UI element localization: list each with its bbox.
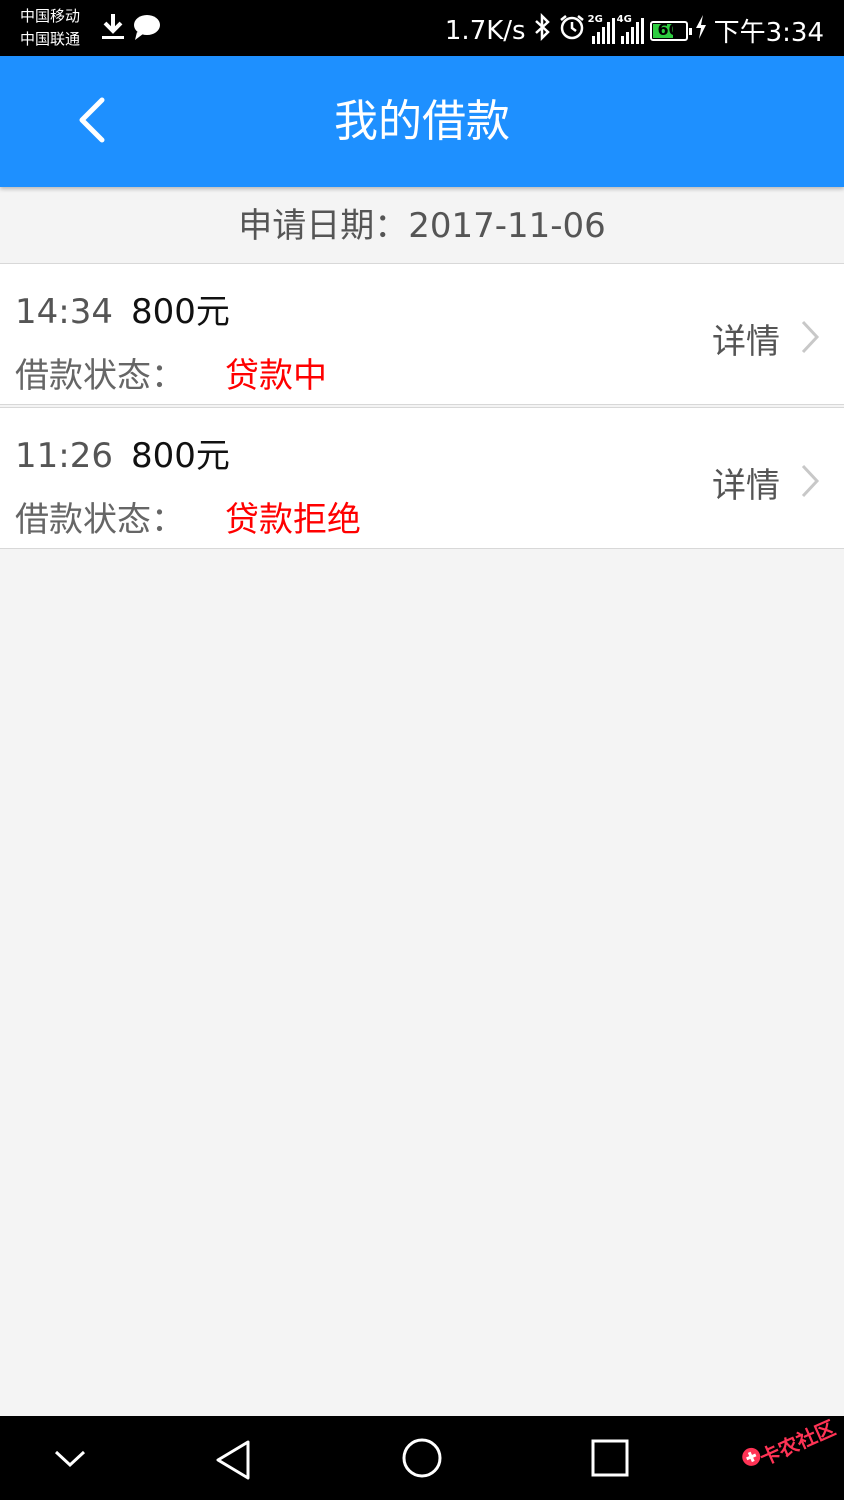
app-header: 我的借款 xyxy=(0,56,844,187)
date-value: 2017-11-06 xyxy=(408,206,606,246)
battery-icon: 60 xyxy=(649,19,692,41)
carrier-names: 中国移动 中国联通 xyxy=(20,5,80,51)
message-icon xyxy=(132,12,162,46)
detail-link[interactable]: 详情 xyxy=(712,458,820,507)
signal-2-label: 4G xyxy=(616,13,632,25)
alarm-icon xyxy=(558,13,586,48)
chevron-down-icon xyxy=(50,1450,90,1482)
nav-back-button[interactable] xyxy=(212,1438,256,1486)
triangle-back-icon xyxy=(212,1440,256,1486)
loan-status-label: 借款状态： xyxy=(15,500,185,540)
home-button[interactable] xyxy=(400,1436,444,1484)
net-speed: 1.7K/s xyxy=(444,15,526,46)
status-bar: 中国移动 中国联通 1.7K/s 2G 4G 60 下午3:34 xyxy=(0,0,844,56)
loan-amount: 800元 xyxy=(130,436,230,476)
battery-level: 60 xyxy=(657,19,680,39)
loan-time: 11:26 xyxy=(15,436,113,476)
circle-home-icon xyxy=(400,1438,444,1484)
download-icon xyxy=(100,12,126,46)
detail-link[interactable]: 详情 xyxy=(712,314,820,363)
status-indicators: 1.7K/s 2G 4G 60 下午3:34 xyxy=(445,12,824,49)
loan-time: 14:34 xyxy=(15,292,113,332)
date-bar: 申请日期：2017-11-06 xyxy=(0,189,844,263)
loan-status: 贷款中 xyxy=(225,356,327,396)
page-title: 我的借款 xyxy=(334,96,510,147)
square-recents-icon xyxy=(588,1439,632,1484)
loan-status-label: 借款状态： xyxy=(15,356,185,396)
chevron-right-icon xyxy=(800,463,820,503)
chevron-right-icon xyxy=(800,319,820,359)
loan-status: 贷款拒绝 xyxy=(225,500,361,540)
signal-1-label: 2G xyxy=(587,13,603,25)
signal-icon-1: 2G xyxy=(588,14,615,44)
detail-label: 详情 xyxy=(712,322,780,362)
hide-nav-button[interactable] xyxy=(50,1438,90,1482)
detail-label: 详情 xyxy=(712,466,780,506)
loan-amount: 800元 xyxy=(130,292,230,332)
carrier-2: 中国联通 xyxy=(20,30,81,48)
clock: 下午3:34 xyxy=(713,18,824,48)
loan-list-item[interactable]: 11:26 800元 借款状态： 贷款拒绝 详情 xyxy=(0,407,844,549)
charging-icon xyxy=(694,14,708,47)
bluetooth-icon xyxy=(532,12,552,48)
watermark-text: 卡农社区 xyxy=(756,1415,839,1471)
date-label: 申请日期： xyxy=(238,206,409,246)
navigation-bar xyxy=(0,1416,844,1500)
loan-list-item[interactable]: 14:34 800元 借款状态： 贷款中 详情 xyxy=(0,263,844,405)
recent-apps-button[interactable] xyxy=(588,1436,632,1484)
carrier-1: 中国移动 xyxy=(20,7,81,25)
signal-icon-2: 4G xyxy=(617,14,644,44)
